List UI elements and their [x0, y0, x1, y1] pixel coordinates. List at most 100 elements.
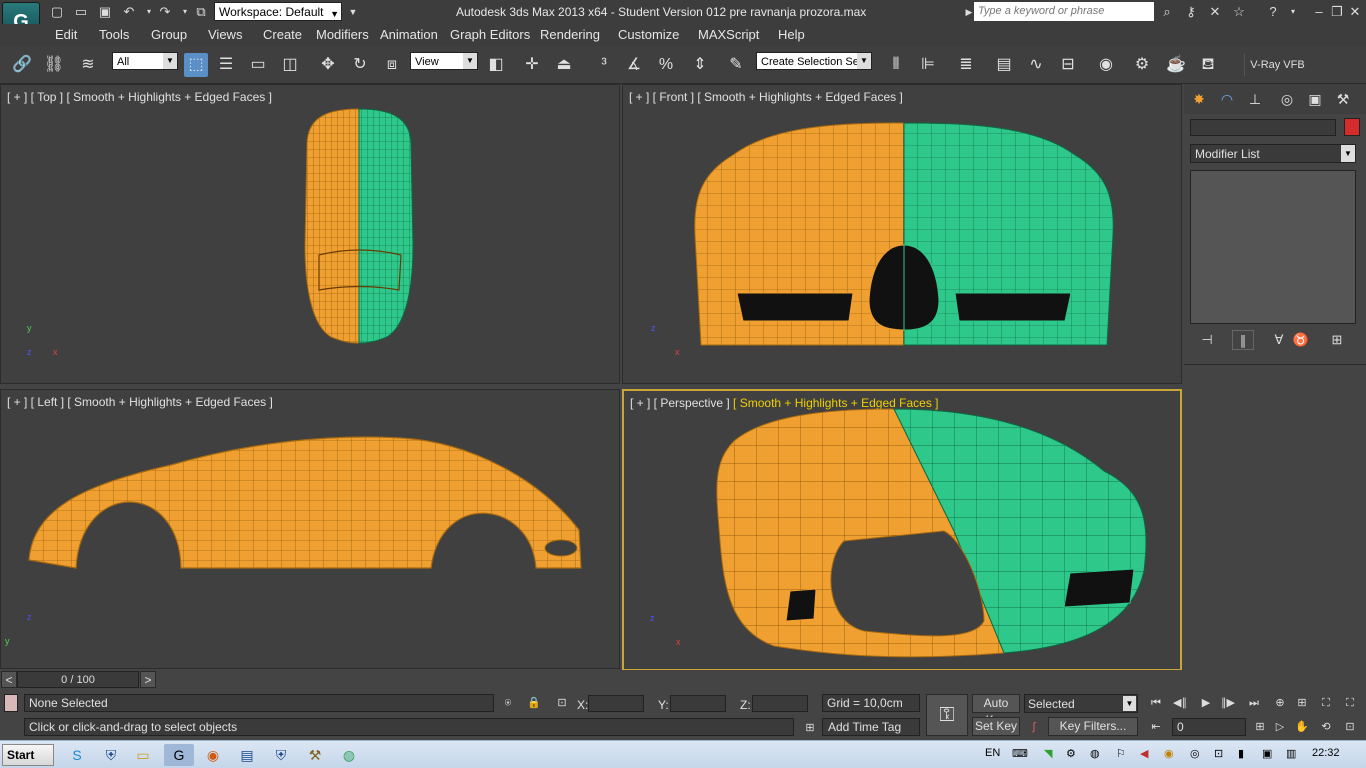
play-icon[interactable]: ▶	[1196, 694, 1216, 712]
time-next-button[interactable]: >	[140, 671, 156, 688]
new-file-icon[interactable]: ▢	[48, 3, 66, 21]
layer-manager-icon[interactable]: ≣	[954, 53, 978, 77]
help-dropdown-icon[interactable]: ▾	[1284, 3, 1302, 21]
percent-snap-icon[interactable]: %	[654, 53, 678, 77]
tools-icon[interactable]: ⚒	[300, 744, 330, 766]
motion-tab-icon[interactable]: ◎	[1276, 88, 1298, 110]
tray-icon-6[interactable]: ▣	[1262, 747, 1272, 760]
menu-group[interactable]: Group	[151, 27, 187, 42]
select-and-rotate-icon[interactable]: ↻	[348, 53, 372, 77]
menu-views[interactable]: Views	[208, 27, 242, 42]
remove-modifier-icon[interactable]: ♉	[1290, 330, 1312, 350]
key-filters-button[interactable]: Key Filters...	[1048, 717, 1138, 736]
select-manipulate-icon[interactable]: ✛	[520, 53, 544, 77]
clock[interactable]: 22:32	[1312, 747, 1340, 759]
render-production-icon[interactable]: ⛾	[1196, 53, 1220, 77]
language-indicator[interactable]: EN	[985, 747, 1000, 759]
angle-snap-icon[interactable]: ∡	[622, 53, 646, 77]
menu-maxscript[interactable]: MAXScript	[698, 27, 759, 42]
reference-coordinate-dropdown[interactable]: View ▼	[410, 52, 478, 70]
menu-rendering[interactable]: Rendering	[540, 27, 600, 42]
z-coordinate-field[interactable]	[752, 695, 808, 712]
absolute-mode-icon[interactable]: ⊡	[552, 694, 572, 712]
signal-icon[interactable]: ▮	[1238, 747, 1244, 760]
tray-icon-1[interactable]: ⚙	[1066, 747, 1076, 760]
3dsmax-taskbar-icon[interactable]: G	[164, 744, 194, 766]
keyboard-icon[interactable]: ⌨	[1012, 747, 1028, 760]
object-color-swatch[interactable]	[1344, 118, 1360, 136]
zoom-icon[interactable]: ⊕	[1270, 694, 1290, 712]
go-to-end-icon[interactable]: ⏭	[1244, 694, 1264, 712]
modifier-stack[interactable]	[1190, 170, 1356, 324]
favorites-star-icon[interactable]: ☆	[1230, 3, 1248, 21]
save-file-icon[interactable]: ▣	[96, 3, 114, 21]
unlink-icon[interactable]: ⛓	[42, 53, 66, 77]
mirror-icon[interactable]: ⫴	[884, 53, 908, 77]
snaps-toggle-icon[interactable]: ³	[592, 53, 616, 77]
maximize-viewport-icon[interactable]: ⊡	[1340, 718, 1360, 736]
configure-modifier-sets-icon[interactable]: ⊞	[1326, 330, 1348, 350]
modify-tab-icon[interactable]: ◠	[1216, 88, 1238, 110]
undo-icon[interactable]: ↶	[120, 3, 138, 21]
menu-animation[interactable]: Animation	[380, 27, 438, 42]
viewport-left[interactable]: [ + ] [ Left ] [ Smooth + Highlights + E…	[0, 389, 620, 669]
restore-icon[interactable]: ❐	[1328, 3, 1346, 21]
add-time-tag-field[interactable]: Add Time Tag	[822, 718, 920, 736]
communication-center-icon[interactable]: ✕	[1206, 3, 1224, 21]
document-icon[interactable]: ▤	[232, 744, 262, 766]
close-icon[interactable]: ✕	[1346, 3, 1364, 21]
material-editor-icon[interactable]: ◉	[1094, 53, 1118, 77]
set-key-icon[interactable]: ⚿	[926, 694, 968, 736]
menu-tools[interactable]: Tools	[99, 27, 129, 42]
key-mode-dropdown[interactable]: Selected ▼	[1024, 694, 1138, 713]
rectangular-selection-icon[interactable]: ▭	[246, 53, 270, 77]
search-input[interactable]: Type a keyword or phrase	[974, 2, 1154, 21]
menu-customize[interactable]: Customize	[618, 27, 679, 42]
select-and-move-icon[interactable]: ✥	[316, 53, 340, 77]
curve-editor-icon[interactable]: ∿	[1024, 53, 1048, 77]
select-and-scale-icon[interactable]: ⧈	[380, 53, 404, 77]
named-selection-dropdown[interactable]: Create Selection Se ▼	[756, 52, 872, 70]
time-configuration-icon[interactable]: ⊞	[1250, 718, 1270, 736]
vray-vfb-button[interactable]: V-Ray VFB	[1244, 54, 1310, 76]
project-folder-icon[interactable]: ⧉	[192, 3, 210, 21]
tray-icon-4[interactable]: ◎	[1190, 747, 1200, 760]
subscription-icon[interactable]: ⚷	[1182, 3, 1200, 21]
utilities-tab-icon[interactable]: ⚒	[1332, 88, 1354, 110]
window-crossing-icon[interactable]: ◫	[278, 53, 302, 77]
select-and-link-icon[interactable]: 🔗	[10, 53, 34, 77]
viewport-top[interactable]: [ + ] [ Top ] [ Smooth + Highlights + Ed…	[0, 84, 620, 384]
show-end-result-icon[interactable]: ∥	[1232, 330, 1254, 350]
quick-access-dropdown-icon[interactable]: ▼	[344, 3, 362, 21]
menu-edit[interactable]: Edit	[55, 27, 77, 42]
network-icon[interactable]: ▥	[1286, 747, 1296, 760]
start-button[interactable]: Start	[2, 744, 54, 766]
network-app-icon[interactable]: ◥	[1044, 747, 1052, 760]
selection-lock-icon[interactable]: 🔒	[524, 694, 544, 712]
pin-stack-icon[interactable]: ⊣	[1196, 330, 1218, 350]
graphite-ribbon-icon[interactable]: ▤	[992, 53, 1016, 77]
select-object-icon[interactable]: ⬚	[184, 53, 208, 77]
tray-icon-5[interactable]: ⊡	[1214, 747, 1223, 760]
pan-view-icon[interactable]: ✋	[1292, 718, 1312, 736]
folder-icon[interactable]: ▭	[128, 744, 158, 766]
security-shield-icon[interactable]: ⛨	[266, 744, 296, 766]
isolate-selection-icon[interactable]: ⍟	[498, 694, 518, 712]
make-unique-icon[interactable]: ∀	[1268, 330, 1290, 350]
redo-icon[interactable]: ↷	[156, 3, 174, 21]
zoom-all-icon[interactable]: ⊞	[1292, 694, 1312, 712]
tray-icon-2[interactable]: ◍	[1090, 747, 1100, 760]
rendered-frame-window-icon[interactable]: ☕	[1164, 53, 1188, 77]
previous-frame-icon[interactable]: ◀∥	[1170, 694, 1190, 712]
tray-icon-3[interactable]: ◉	[1164, 747, 1174, 760]
volume-icon[interactable]: ◀	[1140, 747, 1148, 760]
y-coordinate-field[interactable]	[670, 695, 726, 712]
open-file-icon[interactable]: ▭	[72, 3, 90, 21]
field-of-view-icon[interactable]: ▷	[1270, 718, 1290, 736]
go-to-start-icon[interactable]: ⏮	[1146, 694, 1166, 712]
key-tangent-icon[interactable]: ∫	[1024, 718, 1044, 736]
orbit-icon[interactable]: ⟲	[1316, 718, 1336, 736]
x-coordinate-field[interactable]	[588, 695, 644, 712]
help-icon[interactable]: ?	[1264, 3, 1282, 21]
skype-icon[interactable]: S	[62, 744, 92, 766]
